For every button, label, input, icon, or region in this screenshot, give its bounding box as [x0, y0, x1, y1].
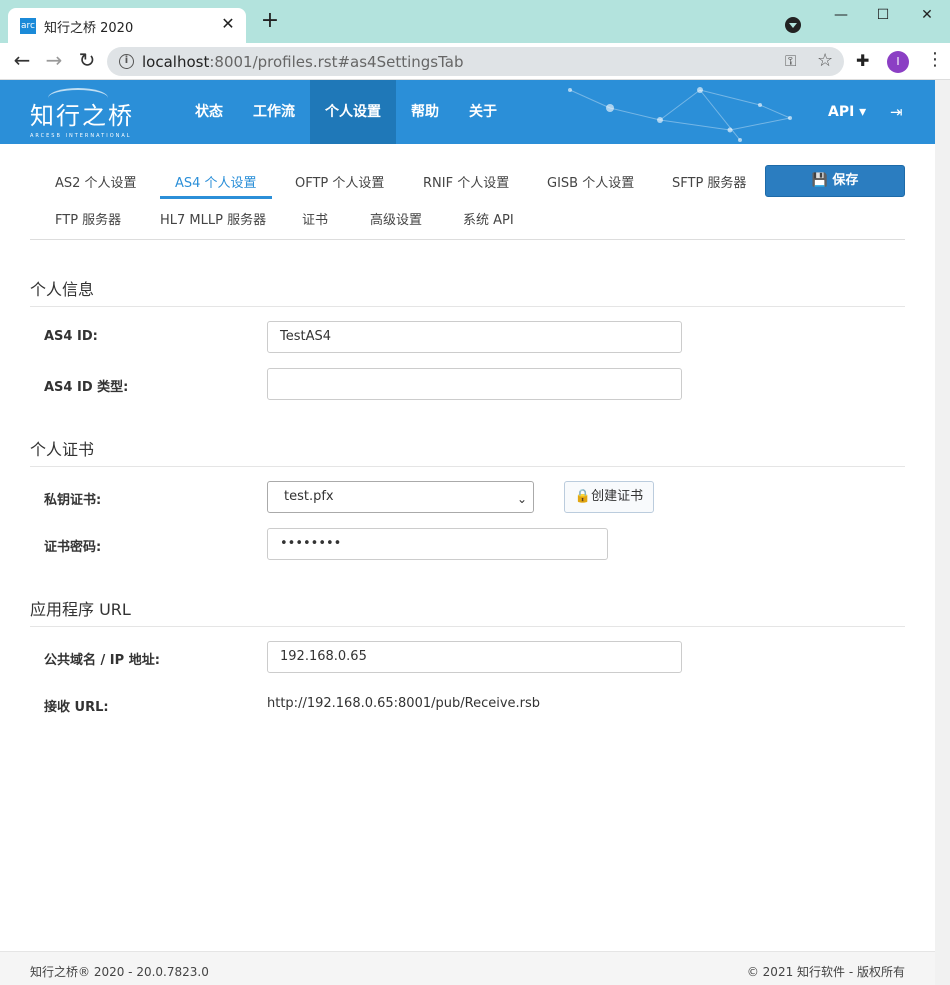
as4-id-type-label: AS4 ID 类型: [44, 380, 129, 395]
footer-copyright: © 2021 知行软件 - 版权所有 [746, 965, 905, 979]
create-cert-button[interactable]: 🔒创建证书 [564, 481, 654, 513]
receive-url-value: http://192.168.0.65:8001/pub/Receive.rsb [267, 696, 541, 711]
tab-certificates[interactable]: 证书 [287, 206, 343, 236]
save-button[interactable]: 💾 保存 [765, 165, 905, 197]
as4-id-input[interactable]: TestAS4 [267, 321, 682, 353]
tab-sftp[interactable]: SFTP 服务器 [657, 169, 761, 199]
settings-tabs: AS2 个人设置 AS4 个人设置 OFTP 个人设置 RNIF 个人设置 GI… [30, 160, 905, 240]
nav-about[interactable]: 关于 [454, 80, 512, 144]
tab-advanced[interactable]: 高级设置 [355, 206, 437, 236]
key-icon[interactable]: ⚿ [785, 52, 796, 70]
nav-profile[interactable]: 个人设置 [310, 80, 396, 144]
private-key-select[interactable]: test.pfx ⌄ [267, 481, 534, 513]
browser-tabstrip: arc 知行之桥 2020 ✕ + — ☐ ✕ [0, 0, 950, 43]
chevron-down-icon: ⌄ [516, 492, 527, 506]
url-text[interactable]: localhost:8001/profiles.rst#as4SettingsT… [142, 53, 464, 71]
cert-password-input[interactable]: •••••••• [267, 528, 608, 560]
logo-subtext: ARCESB INTERNATIONAL [30, 133, 132, 139]
tab-ftp[interactable]: FTP 服务器 [40, 206, 136, 236]
private-key-value: test.pfx [284, 489, 334, 504]
back-arrow-icon[interactable]: ← [10, 49, 34, 73]
public-domain-input[interactable]: 192.168.0.65 [267, 641, 682, 673]
close-window-button[interactable]: ✕ [912, 5, 942, 25]
page-scrollbar[interactable] [935, 80, 950, 985]
nav-workflow[interactable]: 工作流 [238, 80, 310, 144]
as4-id-type-input[interactable] [267, 368, 682, 400]
tab-hl7[interactable]: HL7 MLLP 服务器 [145, 206, 281, 236]
app-header: 知行之桥 ARCESB INTERNATIONAL 状态 工作流 个人设置 帮助… [0, 80, 935, 144]
url-path: :8001/profiles.rst#as4SettingsTab [209, 53, 464, 71]
lock-icon: 🔒 [574, 489, 592, 504]
tab-as2[interactable]: AS2 个人设置 [40, 169, 152, 199]
page-footer: 知行之桥® 2020 - 20.0.7823.0 © 2021 知行软件 - 版… [0, 951, 935, 985]
create-cert-label: 创建证书 [591, 489, 644, 504]
tab-gisb[interactable]: GISB 个人设置 [532, 169, 649, 199]
new-tab-button[interactable]: + [258, 10, 282, 32]
tab-as4[interactable]: AS4 个人设置 [160, 169, 272, 199]
tab-close-icon[interactable]: ✕ [218, 14, 238, 33]
tab-system-api[interactable]: 系统 API [448, 206, 529, 236]
browser-menu-icon[interactable]: ⋮ [926, 49, 944, 70]
save-label: 保存 [832, 173, 859, 188]
logout-icon[interactable]: ⇥ [890, 103, 903, 121]
url-host: localhost [142, 53, 210, 71]
app-logo[interactable]: 知行之桥 ARCESB INTERNATIONAL [30, 88, 134, 139]
tab-search-icon[interactable] [785, 17, 801, 33]
public-domain-label: 公共域名 / IP 地址: [44, 653, 160, 668]
site-info-icon[interactable]: i [119, 54, 134, 69]
section-app-url: 应用程序 URL [30, 596, 905, 627]
maximize-button[interactable]: ☐ [868, 5, 898, 25]
api-menu[interactable]: API ▾ [828, 80, 866, 144]
extensions-puzzle-icon[interactable]: ✚ [856, 51, 869, 70]
main-nav: 状态 工作流 个人设置 帮助 关于 [180, 80, 512, 144]
receive-url-label: 接收 URL: [44, 700, 109, 715]
minimize-button[interactable]: — [826, 5, 856, 25]
reload-icon[interactable]: ↻ [75, 49, 99, 73]
private-key-label: 私钥证书: [44, 493, 102, 508]
profile-avatar[interactable]: I [887, 51, 909, 73]
browser-tab[interactable]: arc 知行之桥 2020 ✕ [8, 8, 246, 43]
nav-status[interactable]: 状态 [180, 80, 238, 144]
footer-version: 知行之桥® 2020 - 20.0.7823.0 [30, 965, 209, 979]
tab-oftp[interactable]: OFTP 个人设置 [280, 169, 399, 199]
tab-rnif[interactable]: RNIF 个人设置 [408, 169, 524, 199]
nav-help[interactable]: 帮助 [396, 80, 454, 144]
bookmark-star-icon[interactable]: ☆ [817, 50, 833, 71]
save-disk-icon: 💾 [811, 173, 828, 188]
logo-swoosh [48, 88, 108, 108]
arc-favicon-icon: arc [20, 18, 36, 34]
browser-toolbar: ← → ↻ i localhost:8001/profiles.rst#as4S… [0, 43, 950, 80]
section-personal-info: 个人信息 [30, 276, 905, 307]
forward-arrow-icon[interactable]: → [42, 49, 66, 73]
address-bar[interactable]: i localhost:8001/profiles.rst#as4Setting… [107, 47, 844, 76]
tab-title: 知行之桥 2020 [44, 21, 134, 36]
cert-password-label: 证书密码: [44, 540, 102, 555]
as4-id-label: AS4 ID: [44, 329, 98, 344]
section-personal-cert: 个人证书 [30, 436, 905, 467]
